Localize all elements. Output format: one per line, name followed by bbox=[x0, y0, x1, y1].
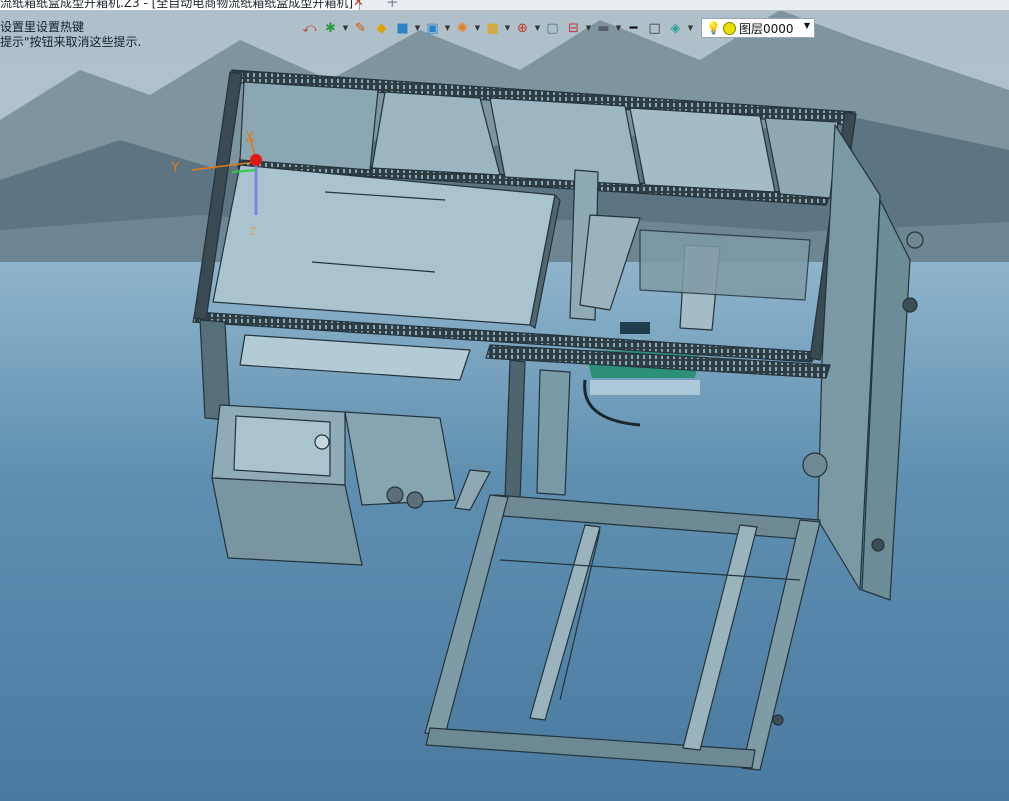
layer-label: 图层0000 bbox=[738, 21, 794, 36]
chevron-down-icon[interactable]: ▼ bbox=[614, 18, 623, 38]
close-tab-icon[interactable]: ✕ bbox=[353, 0, 364, 10]
chevron-down-icon[interactable]: ▼ bbox=[533, 18, 542, 38]
undo-view-icon: ⤺ bbox=[302, 20, 317, 36]
layer-color-icon bbox=[722, 21, 736, 35]
chevron-down-icon[interactable]: ▼ bbox=[473, 18, 482, 38]
chevron-down-icon[interactable]: ▼ bbox=[503, 18, 512, 38]
layer-select[interactable]: 💡 图层0000 ▼ bbox=[701, 18, 815, 38]
chevron-down-icon[interactable]: ▼ bbox=[686, 18, 695, 38]
chevron-down-icon[interactable]: ▼ bbox=[341, 18, 350, 38]
pencil-icon: ✎ bbox=[355, 20, 366, 36]
shade-icon: ▩ bbox=[486, 20, 499, 36]
frame-button[interactable]: ▢ bbox=[542, 18, 563, 38]
cube-button[interactable]: ■ bbox=[392, 18, 413, 38]
shade-button[interactable]: ▩ bbox=[482, 18, 503, 38]
box-icon: ◆ bbox=[376, 20, 387, 36]
layers-button[interactable]: ◈ bbox=[665, 18, 686, 38]
axis-y-label: Y bbox=[171, 160, 180, 176]
section-button[interactable]: ⊟ bbox=[563, 18, 584, 38]
chevron-down-icon[interactable]: ▼ bbox=[413, 18, 422, 38]
line-style-icon: ━ bbox=[629, 20, 638, 36]
hint-line-2: 提示"按钮来取消这些提示. bbox=[0, 35, 142, 49]
pencil-button[interactable]: ✎ bbox=[350, 18, 371, 38]
layers-icon: ◈ bbox=[670, 20, 681, 36]
view-cube-icon: ▣ bbox=[426, 20, 439, 36]
paint-icon: ✱ bbox=[325, 20, 336, 36]
chevron-down-icon[interactable]: ▼ bbox=[804, 21, 810, 30]
axis-x-label: X bbox=[245, 130, 255, 146]
axis-z-label: Z bbox=[249, 225, 257, 238]
view-toolbar: ⤺ ✱ ▼ ✎ ◆ ■ ▼ ▣ ▼ ✺ ▼ ▩ ▼ ⊕ ▼ ▢ ⊟ ▼ ▬ ▼ ━ □ ◈ ▼ 💡 图层0000 ▼ bbox=[299, 17, 815, 39]
display-button[interactable]: ▬ bbox=[593, 18, 614, 38]
paint-button[interactable]: ✱ bbox=[320, 18, 341, 38]
document-tab[interactable]: 流纸箱纸盒成型开箱机.Z3 - [全自动电商物流纸箱纸盒成型开箱机] bbox=[0, 0, 360, 10]
section-icon: ⊟ bbox=[568, 20, 579, 36]
frame-icon: ▢ bbox=[546, 20, 559, 36]
line-style-button[interactable]: ━ bbox=[623, 18, 644, 38]
crosshair-icon: ⊕ bbox=[517, 20, 528, 36]
rect-icon: □ bbox=[648, 20, 661, 36]
undo-view-button[interactable]: ⤺ bbox=[299, 18, 320, 38]
new-tab-icon[interactable]: + bbox=[386, 0, 399, 10]
tab-strip: 流纸箱纸盒成型开箱机.Z3 - [全自动电商物流纸箱纸盒成型开箱机] ✕ + bbox=[0, 0, 1009, 11]
render-button[interactable]: ✺ bbox=[452, 18, 473, 38]
view-cube-button[interactable]: ▣ bbox=[422, 18, 443, 38]
document-tab-title: 流纸箱纸盒成型开箱机.Z3 - [全自动电商物流纸箱纸盒成型开箱机] bbox=[0, 0, 353, 10]
crosshair-button[interactable]: ⊕ bbox=[512, 18, 533, 38]
cube-icon: ■ bbox=[396, 20, 409, 36]
chevron-down-icon[interactable]: ▼ bbox=[584, 18, 593, 38]
viewport-3d[interactable] bbox=[0, 0, 1009, 801]
chevron-down-icon[interactable]: ▼ bbox=[443, 18, 452, 38]
box-button[interactable]: ◆ bbox=[371, 18, 392, 38]
display-icon: ▬ bbox=[597, 20, 610, 36]
render-icon: ✺ bbox=[457, 20, 468, 36]
hint-line-1: 设置里设置热键 bbox=[0, 20, 85, 34]
rect-button[interactable]: □ bbox=[644, 18, 665, 38]
bulb-icon[interactable]: 💡 bbox=[706, 21, 721, 35]
